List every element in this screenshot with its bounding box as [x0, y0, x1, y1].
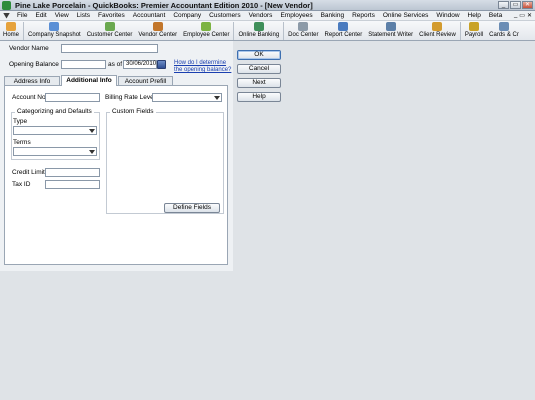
toolbar-customer-center[interactable]: Customer Center	[84, 21, 136, 38]
mdi-minimize-button[interactable]: _	[514, 12, 517, 19]
opening-balance-help-link[interactable]: How do I determine the opening balance?	[174, 60, 231, 74]
menu-bar: File Edit View Lists Favorites Accountan…	[0, 11, 535, 21]
mdi-restore-button[interactable]: ▭	[519, 12, 525, 19]
additional-info-panel: Account No. Billing Rate Level Categoriz…	[4, 85, 228, 265]
client-review-icon	[432, 22, 443, 31]
employee-center-icon	[201, 22, 212, 31]
toolbar-separator	[283, 22, 285, 40]
toolbar-separator	[233, 22, 235, 40]
home-icon	[6, 22, 16, 31]
system-menu-icon[interactable]	[3, 12, 10, 19]
mdi-close-button[interactable]: ✕	[527, 12, 532, 19]
vendor-name-field[interactable]	[61, 44, 158, 53]
as-of-date-field[interactable]: 30/06/2010	[123, 60, 157, 69]
categorizing-group: Categorizing and Defaults Type Terms	[11, 108, 100, 160]
vendor-form: Vendor Name Opening Balance as of 30/06/…	[0, 41, 233, 271]
online-banking-icon	[253, 22, 264, 31]
payroll-icon	[468, 22, 479, 31]
title-bar: Pine Lake Porcelain - QuickBooks: Premie…	[0, 0, 535, 11]
toolbar-vendor-center[interactable]: Vendor Center	[135, 21, 180, 38]
menu-beta[interactable]: Beta	[485, 12, 506, 19]
window-controls: _ ▭ ✕	[498, 1, 533, 9]
type-label: Type	[13, 118, 28, 125]
help-button[interactable]: Help	[237, 92, 281, 102]
toolbar-employee-center[interactable]: Employee Center	[180, 21, 232, 38]
account-no-field[interactable]	[45, 93, 100, 102]
custom-fields-title: Custom Fields	[110, 108, 156, 115]
type-select[interactable]	[13, 126, 97, 135]
custom-fields-group: Custom Fields Define Fields	[106, 108, 224, 214]
toolbar-online-banking[interactable]: Online Banking	[235, 21, 282, 38]
menu-accountant[interactable]: Accountant	[129, 12, 170, 19]
toolbar-payroll[interactable]: Payroll	[462, 21, 486, 38]
cards-icon	[498, 22, 509, 31]
vendor-center-icon	[152, 22, 163, 31]
minimize-button[interactable]: _	[498, 1, 509, 9]
opening-balance-field[interactable]	[61, 60, 106, 69]
close-button[interactable]: ✕	[522, 1, 533, 9]
toolbar-cards[interactable]: Cards & Cr	[486, 21, 522, 38]
toolbar-statement-writer[interactable]: Statement Writer	[365, 21, 416, 38]
menu-vendors[interactable]: Vendors	[245, 12, 277, 19]
credit-limit-field[interactable]	[45, 168, 100, 177]
chevron-down-icon	[89, 129, 95, 133]
toolbar-separator	[459, 22, 461, 40]
terms-label: Terms	[13, 139, 31, 146]
tax-id-field[interactable]	[45, 180, 100, 189]
new-vendor-window: Vendor Name Opening Balance as of 30/06/…	[0, 41, 535, 400]
menu-help[interactable]: Help	[464, 12, 485, 19]
menu-online-services[interactable]: Online Services	[379, 12, 433, 19]
tab-additional-info[interactable]: Additional Info	[61, 75, 117, 86]
toolbar-home[interactable]: Home	[0, 21, 22, 38]
define-fields-button[interactable]: Define Fields	[164, 203, 220, 213]
toolbar-doc-center[interactable]: Doc Center	[285, 21, 321, 38]
terms-select[interactable]	[13, 147, 97, 156]
menu-customers[interactable]: Customers	[205, 12, 244, 19]
cancel-button[interactable]: Cancel	[237, 64, 281, 74]
menu-edit[interactable]: Edit	[31, 12, 50, 19]
opening-balance-label: Opening Balance	[9, 61, 59, 68]
statement-writer-icon	[385, 22, 396, 31]
menu-lists[interactable]: Lists	[73, 12, 94, 19]
as-of-label: as of	[108, 61, 123, 68]
report-center-icon	[338, 22, 349, 31]
billing-rate-level-select[interactable]	[152, 93, 222, 102]
billing-rate-level-label: Billing Rate Level	[105, 94, 156, 101]
customer-center-icon	[104, 22, 115, 31]
menu-banking[interactable]: Banking	[317, 12, 349, 19]
chevron-down-icon	[214, 96, 220, 100]
menu-view[interactable]: View	[51, 12, 73, 19]
ok-button[interactable]: OK	[237, 50, 281, 60]
menu-window[interactable]: Window	[432, 12, 463, 19]
tax-id-label: Tax ID	[12, 181, 31, 188]
menu-favorites[interactable]: Favorites	[94, 12, 129, 19]
categorizing-title: Categorizing and Defaults	[15, 108, 94, 115]
account-no-label: Account No.	[12, 94, 48, 101]
restore-button[interactable]: ▭	[510, 1, 521, 9]
calendar-icon[interactable]	[157, 60, 166, 69]
credit-limit-label: Credit Limit	[12, 169, 45, 176]
vendor-name-label: Vendor Name	[9, 45, 49, 52]
window-title: Pine Lake Porcelain - QuickBooks: Premie…	[15, 0, 313, 10]
quickbooks-logo-icon	[2, 0, 11, 10]
toolbar-company-snapshot[interactable]: Company Snapshot	[25, 21, 84, 38]
toolbar-client-review[interactable]: Client Review	[416, 21, 459, 38]
icon-bar: Home Company Snapshot Customer Center Ve…	[0, 21, 535, 41]
company-snapshot-icon	[49, 22, 60, 31]
menu-company[interactable]: Company	[169, 12, 205, 19]
next-button[interactable]: Next	[237, 78, 281, 88]
doc-center-icon	[298, 22, 309, 31]
toolbar-separator	[23, 22, 25, 40]
chevron-down-icon	[89, 150, 95, 154]
mdi-controls: _ ▭ ✕	[514, 12, 532, 19]
menu-file[interactable]: File	[13, 12, 31, 19]
toolbar-report-center[interactable]: Report Center	[322, 21, 366, 38]
menu-employees[interactable]: Employees	[276, 12, 316, 19]
menu-reports[interactable]: Reports	[348, 12, 379, 19]
